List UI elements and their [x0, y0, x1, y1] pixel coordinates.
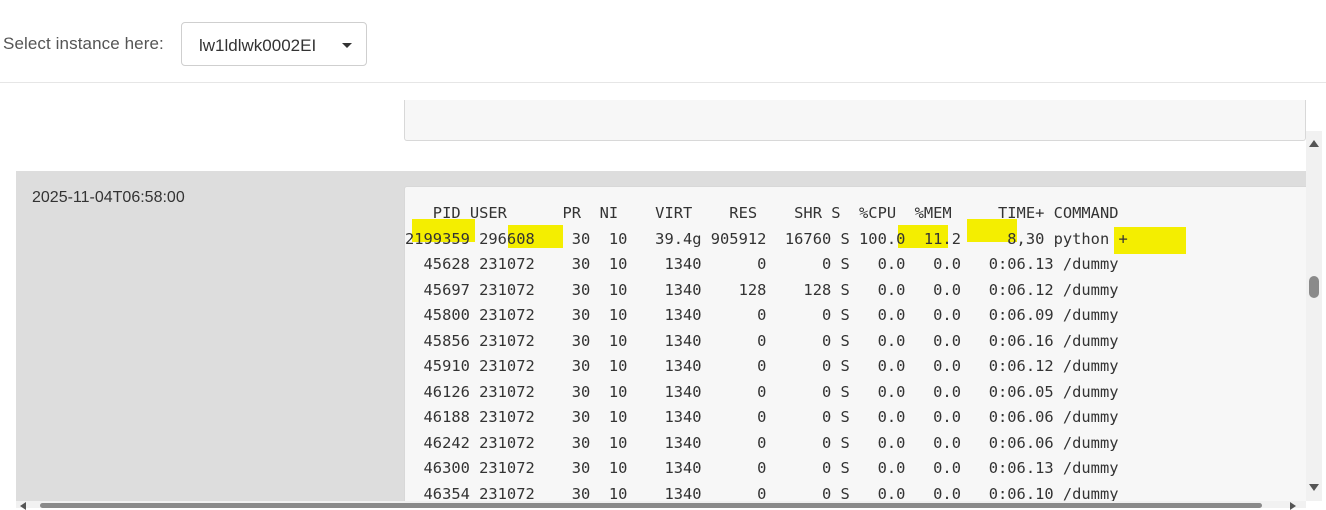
- instance-dropdown-value: lw1ldlwk0002EI: [199, 36, 317, 55]
- caret-down-icon: [342, 43, 352, 48]
- arrow-up-icon[interactable]: [1309, 140, 1319, 147]
- vertical-scrollbar[interactable]: [1306, 131, 1322, 501]
- arrow-left-icon[interactable]: [20, 502, 26, 510]
- process-row: 46126 231072 30 10 1340 0 0 S 0.0 0.0 0:…: [405, 383, 1119, 401]
- top-header-line: PID USER PR NI VIRT RES SHR S %CPU %MEM …: [405, 204, 1119, 222]
- previous-output-box: [404, 100, 1306, 141]
- header-divider: [0, 82, 1326, 83]
- process-row: 46188 231072 30 10 1340 0 0 S 0.0 0.0 0:…: [405, 408, 1119, 426]
- process-row: 46300 231072 30 10 1340 0 0 S 0.0 0.0 0:…: [405, 459, 1119, 477]
- process-row: 45910 231072 30 10 1340 0 0 S 0.0 0.0 0:…: [405, 357, 1119, 375]
- process-row: 45628 231072 30 10 1340 0 0 S 0.0 0.0 0:…: [405, 255, 1119, 273]
- process-row: 2199359 296608 30 10 39.4g 905912 16760 …: [405, 230, 1128, 248]
- process-row: 45800 231072 30 10 1340 0 0 S 0.0 0.0 0:…: [405, 306, 1119, 324]
- process-row: 46354 231072 30 10 1340 0 0 S 0.0 0.0 0:…: [405, 485, 1119, 501]
- process-row: 46242 231072 30 10 1340 0 0 S 0.0 0.0 0:…: [405, 434, 1119, 452]
- top-output-panel[interactable]: PID USER PR NI VIRT RES SHR S %CPU %MEM …: [404, 186, 1306, 501]
- horizontal-scroll-thumb[interactable]: [40, 503, 1262, 508]
- process-row: 45697 231072 30 10 1340 128 128 S 0.0 0.…: [405, 281, 1119, 299]
- instance-dropdown[interactable]: lw1ldlwk0002EI: [181, 22, 367, 66]
- process-row: 45856 231072 30 10 1340 0 0 S 0.0 0.0 0:…: [405, 332, 1119, 350]
- arrow-right-icon[interactable]: [1290, 502, 1296, 510]
- instance-selector-label: Select instance here:: [3, 34, 164, 53]
- vertical-scroll-thumb[interactable]: [1309, 276, 1319, 298]
- instance-selector-bar: Select instance here: lw1ldlwk0002EI: [0, 0, 1326, 82]
- arrow-down-icon[interactable]: [1309, 484, 1319, 491]
- entry-timestamp: 2025-11-04T06:58:00: [32, 189, 185, 206]
